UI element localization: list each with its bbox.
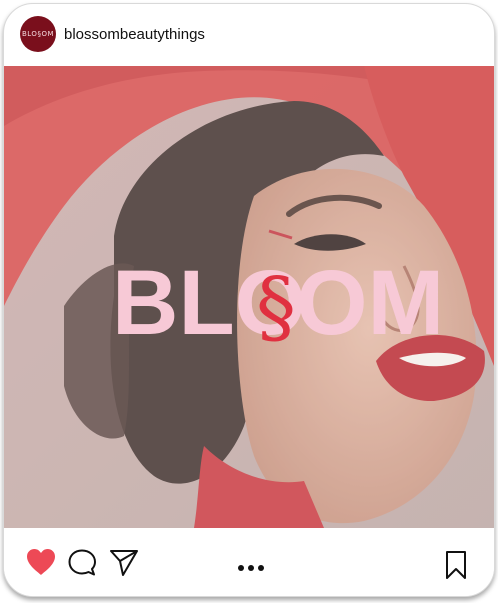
post-image[interactable]: BLO § OM (4, 66, 494, 528)
heart-icon[interactable] (26, 548, 56, 576)
post-card: BLO§OM blossombeautythings BLO § OM (3, 3, 495, 597)
more-dots-icon[interactable] (237, 564, 265, 572)
post-header: BLO§OM blossombeautythings (4, 4, 494, 66)
brand-text-end: OM (296, 252, 444, 354)
post-actions-bar (4, 528, 494, 596)
bookmark-icon[interactable] (445, 550, 467, 580)
avatar[interactable]: BLO§OM (20, 16, 56, 52)
comment-bubble-icon[interactable] (68, 549, 96, 577)
paper-plane-icon[interactable] (109, 549, 139, 577)
photo-artwork: BLO § OM (4, 66, 494, 528)
brand-symbol: § (256, 260, 296, 353)
username[interactable]: blossombeautythings (64, 26, 205, 43)
